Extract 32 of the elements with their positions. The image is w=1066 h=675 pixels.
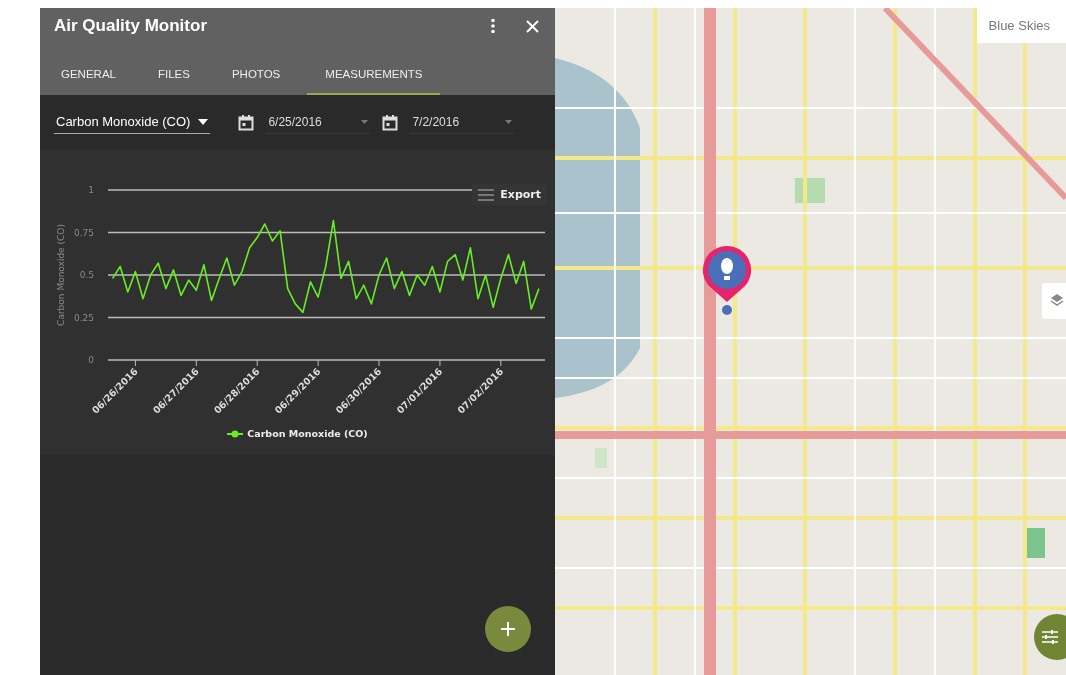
add-button[interactable] [485, 606, 531, 652]
legend-marker-icon [227, 429, 244, 438]
export-button[interactable]: Export [472, 184, 547, 205]
start-date-field[interactable]: 6/25/2016 [266, 111, 371, 134]
calendar-icon[interactable] [382, 114, 399, 131]
y-tick-label: 0.5 [79, 270, 94, 280]
caret-icon [505, 119, 513, 124]
y-axis-label: Carbon Monoxide (CO) [56, 224, 66, 326]
close-icon[interactable] [526, 19, 539, 33]
legend-item[interactable]: Carbon Monoxide (CO) [227, 428, 368, 439]
more-options-icon[interactable] [490, 18, 496, 34]
tab[interactable]: GENERAL [46, 56, 131, 95]
end-date-field[interactable]: 7/2/2016 [410, 111, 515, 134]
menu-icon [478, 188, 495, 201]
caret-icon [198, 118, 209, 125]
y-tick-label: 0 [88, 355, 94, 365]
y-tick-label: 0.75 [73, 227, 94, 238]
tab[interactable]: FILES [142, 56, 205, 95]
y-tick-label: 0.25 [73, 312, 94, 323]
tab[interactable]: MEASUREMENTS [307, 56, 441, 95]
caret-icon [361, 119, 369, 124]
map-label: Blue Skies [976, 8, 1066, 43]
y-tick-label: 1 [88, 185, 94, 195]
layers-button[interactable] [1042, 283, 1066, 319]
panel-title: Air Quality Monitor [54, 16, 208, 36]
tab[interactable]: PHOTOS [216, 56, 296, 95]
layers-icon [1050, 292, 1064, 307]
sliders-icon [1042, 630, 1058, 644]
calendar-icon[interactable] [238, 114, 255, 131]
plus-icon [501, 622, 515, 636]
pollutant-dropdown[interactable]: Carbon Monoxide (CO) [54, 111, 211, 134]
map-pin-icon [701, 244, 753, 316]
